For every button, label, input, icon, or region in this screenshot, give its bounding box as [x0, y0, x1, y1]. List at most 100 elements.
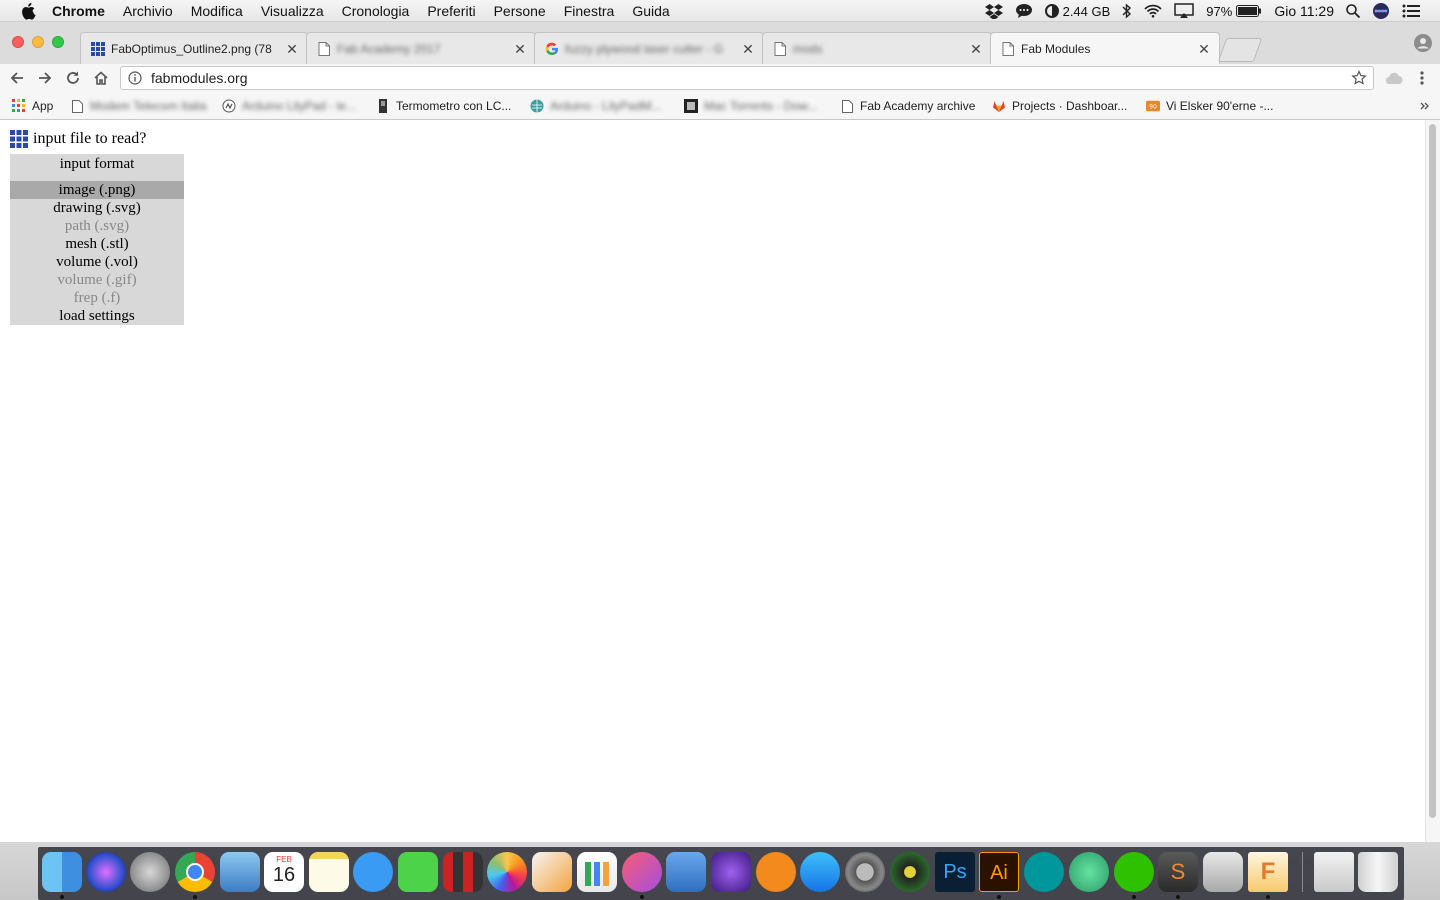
- dropbox-icon[interactable]: [984, 3, 1003, 19]
- option-mesh-stl[interactable]: mesh (.stl): [10, 235, 184, 253]
- bookmark-apps[interactable]: App: [12, 98, 53, 114]
- menu-guida[interactable]: Guida: [632, 3, 669, 19]
- chat-bubble-icon[interactable]: [1015, 3, 1033, 19]
- tab-strip: FabOptimus_Outline2.png (78 ✕ Fab Academ…: [0, 22, 1440, 65]
- app-store-icon[interactable]: [800, 852, 840, 892]
- zoom-window-button[interactable]: [52, 36, 64, 48]
- cloud-extension-icon[interactable]: [1384, 68, 1404, 88]
- bookmark-modem-telecom[interactable]: Modem Telecom Italia: [70, 98, 207, 114]
- archive-utility-icon[interactable]: [1203, 852, 1243, 892]
- photoshop-icon[interactable]: Ps: [935, 852, 975, 892]
- profile-avatar-icon[interactable]: [1414, 34, 1432, 52]
- menu-modifica[interactable]: Modifica: [191, 3, 243, 19]
- preview-icon[interactable]: [220, 852, 260, 892]
- bookmark-termometro[interactable]: Termometro con LC...: [376, 98, 511, 114]
- home-button[interactable]: [91, 68, 111, 88]
- calendar-icon[interactable]: FEB 16: [264, 852, 304, 892]
- messages-bubble-icon[interactable]: [353, 852, 393, 892]
- site-info-icon[interactable]: [127, 70, 143, 86]
- bookmark-label: Termometro con LC...: [396, 99, 512, 113]
- keynote-icon[interactable]: [666, 852, 706, 892]
- photo-booth-icon[interactable]: [443, 852, 483, 892]
- reload-button[interactable]: [63, 68, 83, 88]
- finder-icon[interactable]: [42, 852, 82, 892]
- launchpad-icon[interactable]: [130, 852, 170, 892]
- bookmark-label: Arduino LilyPad - le...: [242, 99, 357, 113]
- bookmark-projects-dashboard[interactable]: Projects · Dashboar...: [992, 98, 1127, 114]
- option-load-settings[interactable]: load settings: [10, 307, 184, 325]
- menu-visualizza[interactable]: Visualizza: [261, 3, 324, 19]
- new-tab-button[interactable]: [1217, 38, 1263, 62]
- wechat-icon[interactable]: [1114, 852, 1154, 892]
- scrollbar-thumb[interactable]: [1429, 124, 1436, 818]
- close-tab-icon[interactable]: ✕: [513, 42, 527, 56]
- photos-icon[interactable]: [487, 852, 527, 892]
- back-button[interactable]: [7, 68, 27, 88]
- bookmark-star-icon[interactable]: [1351, 70, 1367, 86]
- minimize-window-button[interactable]: [32, 36, 44, 48]
- tab-mods[interactable]: mods ✕: [762, 32, 992, 64]
- memory-indicator[interactable]: 2.44 GB: [1044, 4, 1110, 19]
- battery-indicator[interactable]: 97%: [1206, 4, 1262, 19]
- tab-faboptimus[interactable]: FabOptimus_Outline2.png (78 ✕: [80, 32, 308, 64]
- option-image-png[interactable]: image (.png): [10, 181, 184, 199]
- option-drawing-svg[interactable]: drawing (.svg): [10, 199, 184, 217]
- facetime-icon[interactable]: [398, 852, 438, 892]
- menu-preferiti[interactable]: Preferiti: [427, 3, 475, 19]
- bookmark-arduino-lilypad[interactable]: Arduino LilyPad - le...: [222, 98, 356, 114]
- chrome-menu-icon[interactable]: [1412, 68, 1432, 88]
- itunes-icon[interactable]: [622, 852, 662, 892]
- menu-archivio[interactable]: Archivio: [123, 3, 173, 19]
- menu-persone[interactable]: Persone: [494, 3, 546, 19]
- arduino-icon[interactable]: [1024, 852, 1064, 892]
- menu-app-name[interactable]: Chrome: [52, 3, 105, 19]
- macos-menubar: Chrome Archivio Modifica Visualizza Cron…: [0, 0, 1440, 22]
- siri-icon[interactable]: [1372, 2, 1390, 20]
- imovie-icon[interactable]: [711, 852, 751, 892]
- airplay-icon[interactable]: [1174, 3, 1195, 19]
- illustrator-icon[interactable]: Ai: [979, 852, 1019, 892]
- notification-center-icon[interactable]: [1402, 4, 1420, 18]
- bookmark-mac-torrents[interactable]: Mac Torrents - Dow...: [684, 98, 817, 114]
- files-stack-icon[interactable]: [1314, 852, 1354, 892]
- notes-icon[interactable]: [309, 852, 349, 892]
- bookmark-fab-academy-archive[interactable]: Fab Academy archive: [840, 98, 975, 114]
- option-volume-vol[interactable]: volume (.vol): [10, 253, 184, 271]
- forward-button[interactable]: [35, 68, 55, 88]
- bluetooth-icon[interactable]: [1122, 3, 1132, 19]
- menu-finestra[interactable]: Finestra: [564, 3, 615, 19]
- chrome-icon[interactable]: [175, 852, 215, 892]
- system-preferences-icon[interactable]: [845, 852, 885, 892]
- inkscape-icon[interactable]: [890, 852, 930, 892]
- close-tab-icon[interactable]: ✕: [969, 42, 983, 56]
- wifi-icon[interactable]: [1144, 4, 1162, 18]
- address-bar[interactable]: fabmodules.org: [120, 66, 1374, 90]
- atom-icon[interactable]: [1069, 852, 1109, 892]
- close-window-button[interactable]: [12, 36, 24, 48]
- numbers-icon[interactable]: [577, 852, 617, 892]
- tab-google-search[interactable]: fuzzy plywood laser cutter - G ✕: [534, 32, 764, 64]
- page-scrollbar[interactable]: [1425, 120, 1440, 842]
- more-bookmarks-chevron-icon[interactable]: [1420, 98, 1430, 114]
- pages-icon[interactable]: [532, 852, 572, 892]
- menubar-clock[interactable]: Gio 11:29: [1274, 3, 1334, 19]
- bookmark-vi-elsker[interactable]: 90 Vi Elsker 90'erne -...: [1146, 98, 1273, 114]
- trash-icon[interactable]: [1358, 852, 1398, 892]
- ibooks-icon[interactable]: [756, 852, 796, 892]
- bookmark-arduino-lilypadm[interactable]: Arduino - LilyPadM...: [530, 98, 661, 114]
- sublime-icon[interactable]: S: [1158, 852, 1198, 892]
- menu-cronologia[interactable]: Cronologia: [342, 3, 410, 19]
- fusion-360-icon[interactable]: F: [1248, 852, 1288, 892]
- tab-fab-modules[interactable]: Fab Modules ✕: [990, 32, 1220, 65]
- siri-icon[interactable]: [86, 852, 126, 892]
- tab-fab-academy[interactable]: Fab Academy 2017 ✕: [306, 32, 536, 64]
- close-tab-icon[interactable]: ✕: [741, 42, 755, 56]
- fab-modules-header[interactable]: input file to read?: [10, 130, 146, 148]
- url-text[interactable]: fabmodules.org: [151, 70, 248, 86]
- close-tab-icon[interactable]: ✕: [1197, 42, 1211, 56]
- close-tab-icon[interactable]: ✕: [285, 42, 299, 56]
- spotlight-search-icon[interactable]: [1346, 4, 1360, 18]
- page-icon: [773, 41, 787, 56]
- tab-title: Fab Modules: [1021, 42, 1091, 56]
- apple-menu-icon[interactable]: [20, 2, 38, 20]
